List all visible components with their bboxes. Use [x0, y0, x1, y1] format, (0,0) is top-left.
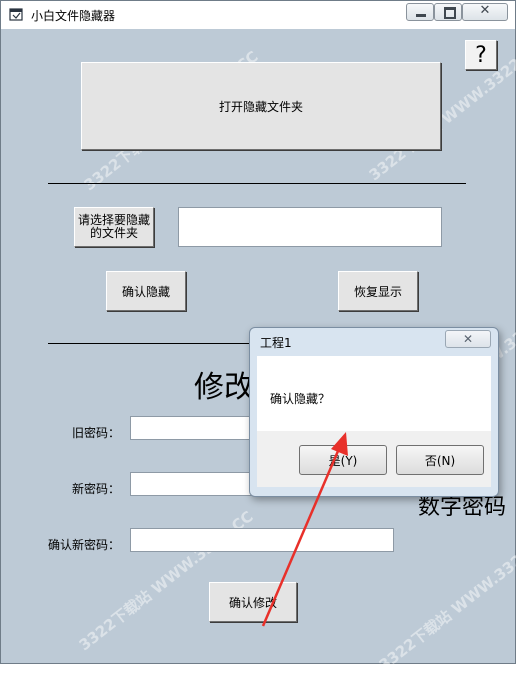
dialog-close-button[interactable]: ✕: [445, 330, 491, 348]
confirm-password-label: 确认新密码：: [48, 538, 121, 552]
dialog-footer: 是(Y) 否(N): [257, 431, 491, 487]
open-hidden-folder-button[interactable]: 打开隐藏文件夹: [81, 62, 441, 150]
close-button[interactable]: ✕: [462, 3, 508, 21]
confirm-password-field[interactable]: [130, 528, 394, 552]
confirm-hide-button[interactable]: 确认隐藏: [106, 271, 186, 311]
close-icon: ✕: [462, 332, 474, 346]
restore-display-button[interactable]: 恢复显示: [338, 271, 418, 311]
close-icon: ✕: [479, 3, 491, 18]
dialog-message: 确认隐藏？: [270, 392, 331, 406]
window-title: 小白文件隐藏器: [31, 9, 116, 23]
confirm-modify-button[interactable]: 确认修改: [209, 582, 297, 622]
no-button[interactable]: 否(N): [396, 445, 484, 475]
watermark: 3322下载站 WWW.3322.CC: [375, 527, 516, 675]
choose-folder-button[interactable]: 请选择要隐藏的文件夹: [74, 207, 154, 247]
old-password-field[interactable]: [130, 416, 252, 440]
divider: [48, 183, 466, 184]
help-button[interactable]: ?: [465, 40, 497, 70]
confirm-dialog: 工程1 ✕ 确认隐藏？ 是(Y) 否(N): [249, 327, 499, 497]
yes-button[interactable]: 是(Y): [299, 445, 387, 475]
modify-password-heading: 修改: [194, 370, 254, 405]
dialog-body: 确认隐藏？: [257, 356, 491, 431]
dialog-title: 工程1: [260, 336, 292, 350]
divider: [48, 343, 252, 344]
new-password-label: 新密码：: [72, 482, 121, 496]
maximize-button[interactable]: [434, 3, 462, 21]
new-password-field[interactable]: [130, 472, 252, 496]
folder-path-field[interactable]: [178, 207, 442, 247]
minimize-button[interactable]: [406, 3, 434, 21]
app-icon: [9, 8, 23, 21]
numeric-password-note: 数字密码: [418, 495, 507, 520]
title-bar[interactable]: 小白文件隐藏器 ✕: [1, 1, 515, 29]
old-password-label: 旧密码：: [72, 426, 121, 440]
